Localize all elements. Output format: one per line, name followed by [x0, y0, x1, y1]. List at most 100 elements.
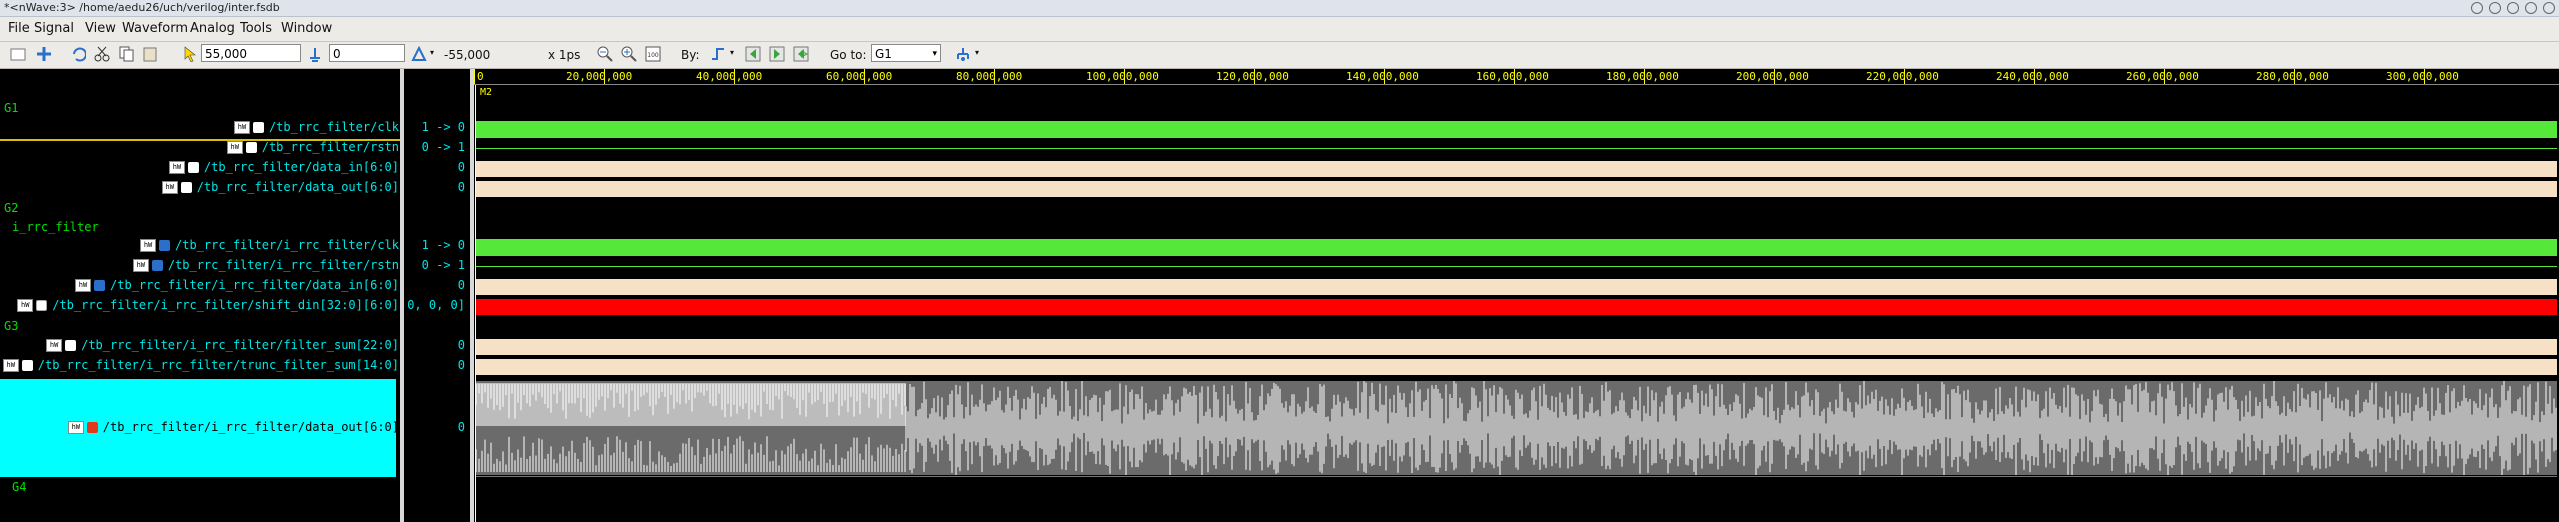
signal-row[interactable]: hW/tb_rrc_filter/i_rrc_filter/filter_sum… [46, 338, 399, 356]
subgroup-label: i_rrc_filter [12, 220, 99, 234]
signal-name: /tb_rrc_filter/data_out[6:0] [196, 180, 399, 194]
signal-name: /tb_rrc_filter/clk [268, 120, 399, 134]
title-bar: *<nWave:3> /home/aedu26/uch/verilog/inte… [0, 0, 2559, 17]
wave-rstn[interactable] [476, 148, 2557, 149]
ruler-tick-label: 200,000,000 [1736, 70, 1809, 83]
ruler-tick-label: 260,000,000 [2126, 70, 2199, 83]
delta-icon[interactable] [411, 46, 427, 62]
pin-icon[interactable] [2489, 2, 2501, 14]
marker-time-input[interactable]: 0 [329, 44, 405, 62]
group-g1[interactable]: G1 [4, 101, 18, 115]
wave-shift-din[interactable] [476, 299, 2557, 315]
wave-i-data-in[interactable] [476, 279, 2557, 295]
search-backward-icon[interactable] [745, 46, 761, 62]
signal-row[interactable]: hW/tb_rrc_filter/i_rrc_filter/trunc_filt… [2, 358, 399, 376]
signal-type-icon: hW [140, 239, 157, 252]
signal-color-icon [65, 340, 77, 351]
ruler-tick-label: 280,000,000 [2256, 70, 2329, 83]
group-g3-label: G3 [4, 319, 19, 333]
wave-analog-data-out[interactable] [476, 381, 2557, 475]
paste-icon[interactable] [142, 46, 158, 62]
delta-dropdown-icon[interactable]: ▾ [430, 48, 434, 57]
menu-waveform[interactable]: Waveform [122, 21, 188, 36]
menu-analog[interactable]: Analog [190, 21, 235, 36]
ruler-tick-label: 0 [477, 70, 484, 83]
wave-filter-sum[interactable] [476, 339, 2557, 355]
menu-file[interactable]: File [8, 21, 30, 36]
group-g3[interactable]: G3 [4, 319, 18, 333]
ruler-tick [474, 69, 475, 84]
signal-row-selected[interactable]: hW/tb_rrc_filter/i_rrc_filter/data_out[6… [67, 420, 399, 438]
zoom-out-icon[interactable] [597, 46, 613, 62]
hierarchy-dropdown-icon[interactable]: ▾ [975, 48, 979, 57]
signal-color-icon [187, 162, 199, 173]
pane-splitter-2[interactable] [470, 69, 474, 522]
signal-row[interactable]: hW/tb_rrc_filter/data_out[6:0] [161, 180, 399, 198]
ruler-tick-label: 240,000,000 [1996, 70, 2069, 83]
ruler-tick-label: 140,000,000 [1346, 70, 1419, 83]
group-g4-label: G4 [12, 480, 27, 494]
wave-trunc-filter-sum[interactable] [476, 359, 2557, 375]
copy-icon[interactable] [118, 46, 134, 62]
signal-row[interactable]: hW/tb_rrc_filter/i_rrc_filter/shift_din[… [17, 298, 399, 316]
zoom-in-icon[interactable] [621, 46, 637, 62]
by-dropdown-icon[interactable]: ▾ [730, 48, 734, 57]
analog-waveform [476, 381, 2557, 475]
wave-data-in[interactable] [476, 161, 2557, 177]
signal-row[interactable]: hW/tb_rrc_filter/i_rrc_filter/clk [140, 238, 399, 256]
signal-row[interactable]: hW/tb_rrc_filter/i_rrc_filter/data_in[6:… [75, 278, 399, 296]
search-forward-icon[interactable] [769, 46, 785, 62]
delta-value: -55,000 [444, 48, 491, 62]
menu-signal[interactable]: Signal [34, 21, 74, 36]
wave-data-out[interactable] [476, 181, 2557, 197]
add-signal-icon[interactable] [36, 46, 52, 62]
minimize-icon[interactable] [2471, 2, 2483, 14]
wave-i-rstn[interactable] [476, 266, 2557, 267]
signal-value: 0 [457, 420, 465, 434]
open-icon[interactable] [10, 46, 26, 62]
cursor-icon[interactable] [182, 46, 198, 62]
signal-value-pane [404, 69, 470, 522]
ruler-tick-label: 300,000,000 [2386, 70, 2459, 83]
signal-row[interactable]: hW/tb_rrc_filter/data_in[6:0] [168, 160, 399, 178]
signal-name: /tb_rrc_filter/data_in[6:0] [203, 160, 399, 174]
analog-dense-block [476, 383, 906, 426]
search-by-edge-icon[interactable] [710, 46, 726, 62]
restore-icon[interactable] [2507, 2, 2519, 14]
goto-label: Go to: [830, 48, 867, 62]
cursor-time-input[interactable]: 55,000 [201, 44, 301, 62]
close-icon[interactable] [2543, 2, 2555, 14]
goto-select[interactable]: G1 ▾ [871, 44, 941, 62]
signal-value: 0 [457, 180, 465, 194]
maximize-icon[interactable] [2525, 2, 2537, 14]
time-unit: x 1ps [548, 48, 581, 62]
signal-row[interactable]: hW/tb_rrc_filter/rstn [226, 140, 399, 158]
marker-icon[interactable] [307, 46, 323, 62]
window-controls [2471, 0, 2555, 16]
time-ruler[interactable]: 0 20,000,000 40,000,000 60,000,000 80,000,00… [474, 69, 2559, 84]
ruler-tick-label: 40,000,000 [696, 70, 763, 83]
signal-type-icon: hW [67, 421, 84, 434]
goto-dropdown-icon[interactable]: ▾ [932, 45, 937, 63]
hierarchy-icon[interactable] [955, 46, 971, 62]
menu-window[interactable]: Window [281, 21, 332, 36]
group-g4[interactable]: G4 [12, 480, 26, 494]
group-g2-label: G2 [4, 201, 19, 215]
signal-type-icon: hW [46, 339, 63, 352]
subgroup-i-rrc-filter[interactable]: i_rrc_filter [12, 220, 99, 234]
wave-clk[interactable] [476, 121, 2557, 138]
signal-name: /tb_rrc_filter/i_rrc_filter/shift_din[32… [52, 298, 399, 312]
wave-i-clk[interactable] [476, 239, 2557, 256]
signal-color-icon [36, 300, 48, 311]
menu-view[interactable]: View [85, 21, 116, 36]
ruler-baseline [474, 84, 2559, 85]
signal-row[interactable]: hW/tb_rrc_filter/clk [233, 120, 399, 138]
signal-row[interactable]: hW/tb_rrc_filter/i_rrc_filter/rstn [132, 258, 399, 276]
cut-icon[interactable] [94, 46, 110, 62]
zoom-fit-icon[interactable]: 100 [645, 46, 661, 62]
menu-tools[interactable]: Tools [240, 21, 272, 36]
signal-type-icon: hW [17, 299, 34, 312]
group-g2[interactable]: G2 [4, 201, 18, 215]
search-options-icon[interactable] [793, 46, 809, 62]
undo-icon[interactable] [70, 46, 86, 62]
